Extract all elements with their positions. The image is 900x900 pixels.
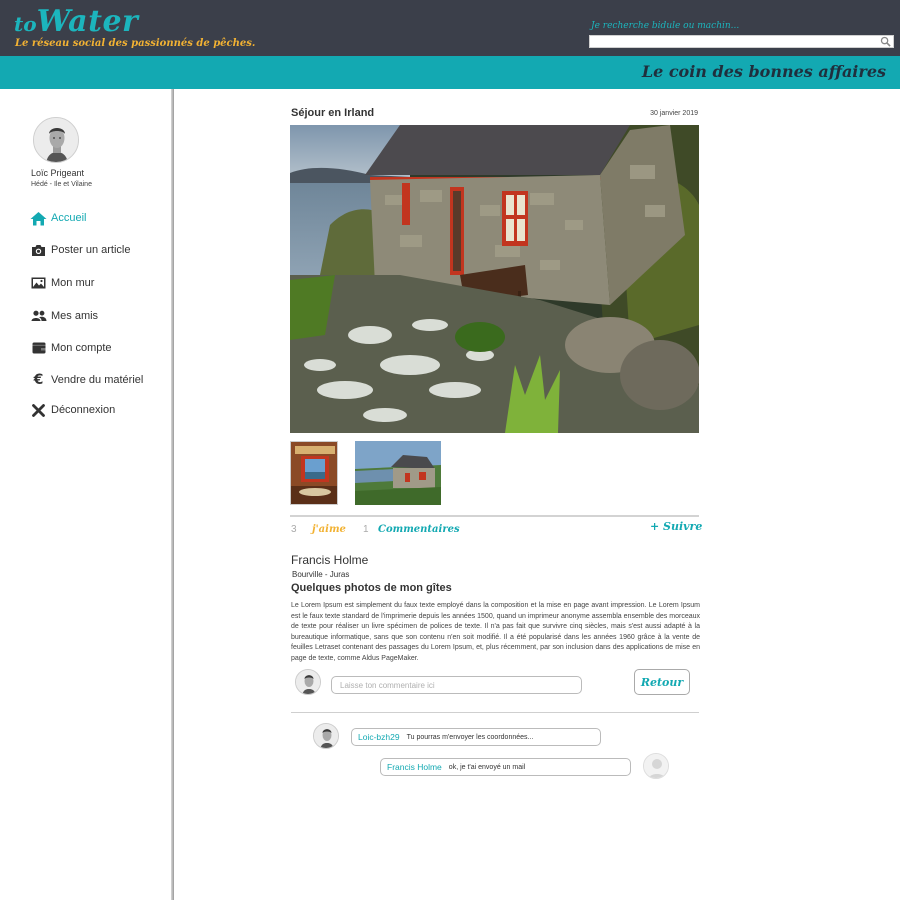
post-subtitle: Quelques photos de mon gîtes (291, 582, 452, 594)
top-header: toWater Le réseau social des passionnés … (0, 0, 900, 56)
comment-avatar-loic[interactable] (313, 723, 339, 749)
sidebar-item-my-wall[interactable]: Mon mur (30, 274, 94, 292)
likes-count: 3 (291, 524, 297, 535)
sidebar-item-label: Mes amis (51, 310, 99, 322)
sidebar-item-label: Mon compte (51, 342, 112, 354)
sidebar-divider (171, 89, 174, 900)
default-user-avatar-icon[interactable] (643, 753, 669, 779)
sidebar-item-home[interactable]: Accueil (30, 209, 86, 227)
search-input[interactable] (590, 40, 875, 52)
sidebar-item-friends[interactable]: Mes amis (30, 307, 98, 325)
post-thumbnail-2[interactable] (355, 441, 441, 505)
home-icon (30, 210, 47, 226)
comments-divider (291, 712, 699, 713)
deals-link[interactable]: Le coin des bonnes affaires (642, 62, 886, 81)
current-user-avatar (295, 669, 321, 695)
euro-icon: € (33, 372, 44, 388)
profile-location: Hédé - Ile et Vilaine (31, 181, 92, 188)
comment-item: Francis Holme ok, je t'ai envoyé un mail (380, 758, 631, 776)
image-icon (30, 275, 47, 291)
post-main-photo[interactable] (290, 125, 699, 433)
comment-input[interactable] (331, 676, 582, 694)
profile-avatar-image (34, 118, 78, 162)
post-title: Séjour en Irland (291, 107, 375, 119)
close-icon (30, 402, 47, 418)
sidebar-item-label: Mon mur (51, 277, 95, 289)
comments-button[interactable]: Commentaires (378, 524, 460, 535)
post-divider (290, 515, 699, 517)
sidebar-item-sell-gear[interactable]: € Vendre du matériel (30, 371, 144, 389)
sidebar-item-label: Vendre du matériel (51, 374, 144, 386)
search-icon[interactable] (880, 36, 891, 47)
comment-text: Tu pourras m'envoyer les coordonnées... (406, 733, 534, 741)
sidebar-item-account[interactable]: Mon compte (30, 339, 112, 357)
logo-prefix: to (14, 12, 37, 36)
sidebar-item-label: Poster un article (51, 244, 131, 256)
follow-button[interactable]: + Suivre (650, 520, 702, 533)
profile-avatar[interactable] (33, 117, 79, 163)
wallet-icon (30, 340, 47, 356)
sidebar-item-post-article[interactable]: Poster un article (30, 241, 130, 259)
comment-author-link[interactable]: Loic-bzh29 (358, 732, 400, 742)
sub-header: Le coin des bonnes affaires (0, 56, 900, 89)
post-author-name[interactable]: Francis Holme (291, 553, 368, 567)
comment-author-link[interactable]: Francis Holme (387, 762, 442, 772)
comment-text: ok, je t'ai envoyé un mail (448, 763, 526, 771)
profile-name[interactable]: Loïc Prigeant (31, 168, 84, 178)
post-author-location: Bourville - Juras (292, 570, 350, 579)
cottage-thumbnail (355, 441, 441, 505)
sidebar-item-logout[interactable]: Déconnexion (30, 401, 115, 419)
camera-icon (30, 242, 47, 258)
comments-count: 1 (363, 524, 369, 535)
app-tagline: Le réseau social des passionnés de pêche… (15, 38, 256, 49)
sidebar-item-label: Déconnexion (51, 404, 116, 416)
interior-thumbnail (291, 442, 337, 504)
sidebar-item-label: Accueil (51, 212, 87, 224)
search-box[interactable] (589, 35, 894, 52)
search-label: Je recherche bidule ou machin... (591, 21, 740, 31)
back-button[interactable]: Retour (634, 669, 690, 695)
users-icon (30, 308, 47, 324)
like-button[interactable]: j'aime (312, 524, 346, 535)
logo-name: Water (36, 4, 139, 39)
post-body: Le Lorem Ipsum est simplement du faux te… (291, 602, 700, 662)
app-logo[interactable]: toWater (14, 4, 138, 39)
comment-item: Loic-bzh29 Tu pourras m'envoyer les coor… (351, 728, 601, 746)
post-thumbnail-1[interactable] (290, 441, 338, 505)
post-date: 30 janvier 2019 (650, 110, 698, 117)
cottage-photo (290, 125, 699, 433)
